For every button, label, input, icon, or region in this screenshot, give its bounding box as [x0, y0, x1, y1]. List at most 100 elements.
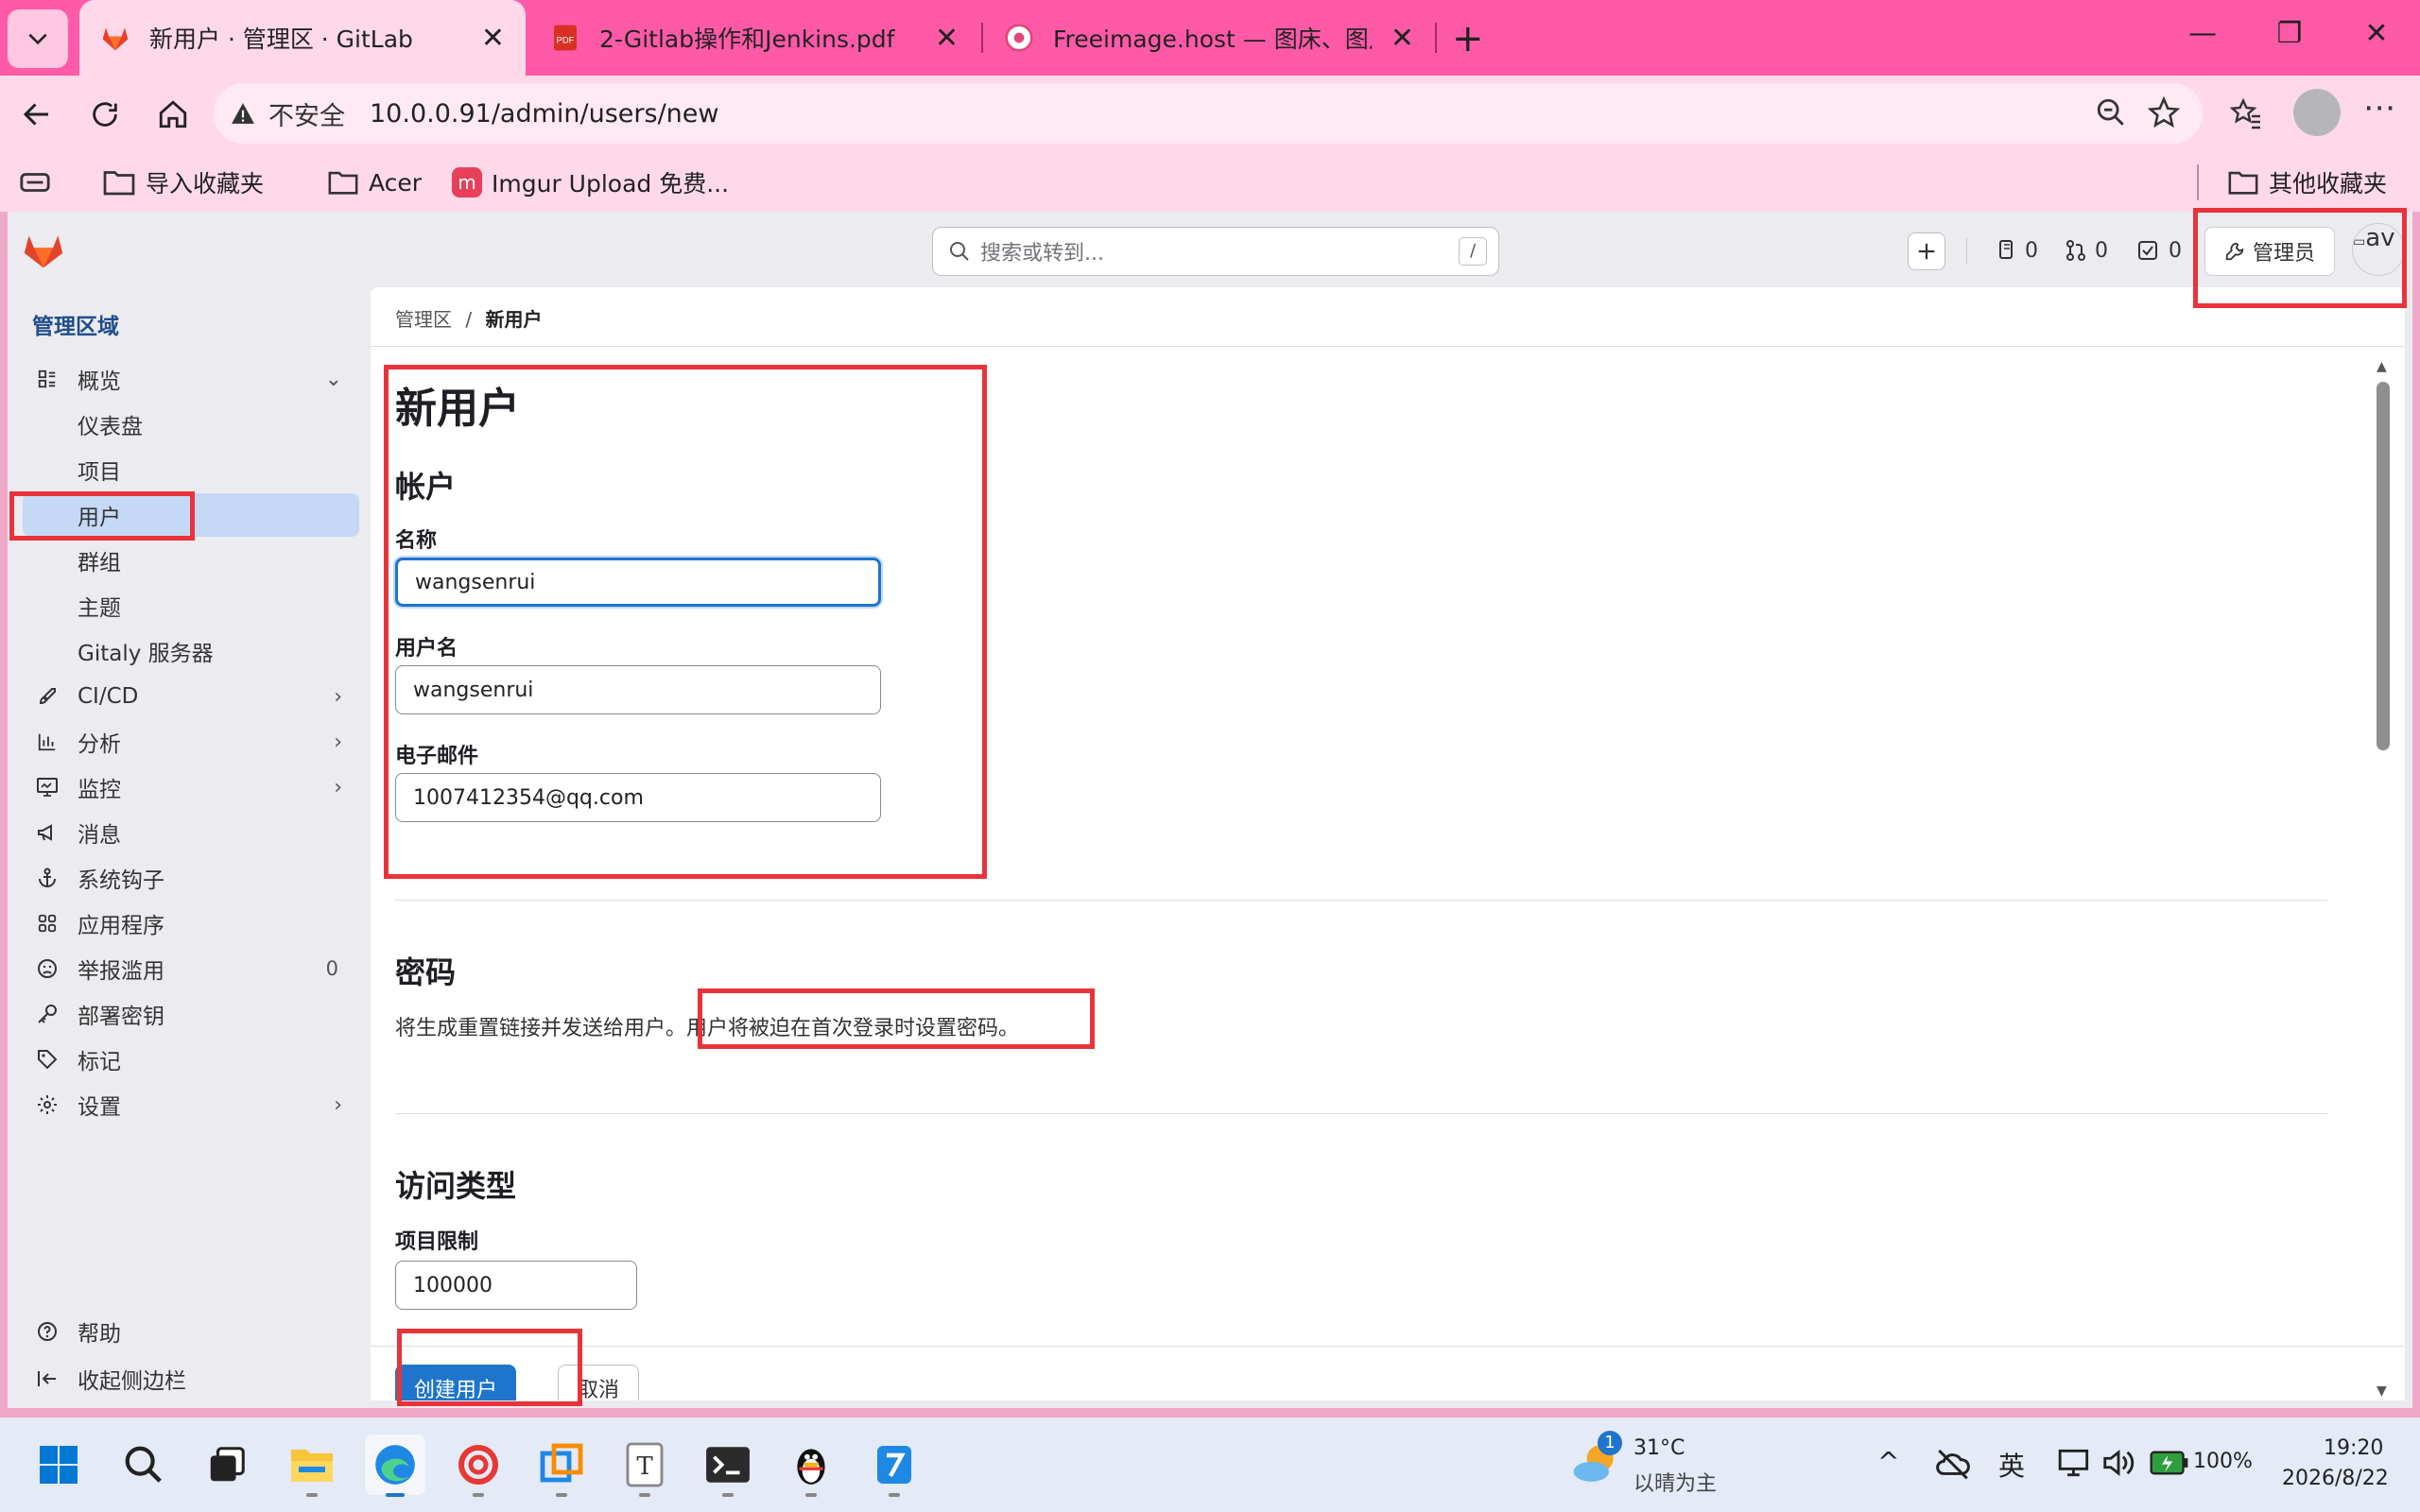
sidebar-item-label: 设置	[78, 1095, 121, 1120]
favorite-star-icon[interactable]	[2148, 96, 2180, 129]
sidebar-item-label: 部署密钥	[78, 1005, 164, 1029]
home-icon[interactable]	[151, 93, 195, 136]
collapse-left-icon	[38, 1371, 56, 1386]
create-new-button[interactable]	[1908, 232, 1945, 270]
bookmark-acer[interactable]: Acer	[327, 164, 422, 200]
terminal-icon[interactable]	[698, 1435, 758, 1497]
chevron-right-icon: ›	[334, 1092, 342, 1117]
profile-avatar-icon[interactable]	[2293, 89, 2341, 136]
projects-limit-input[interactable]: 100000	[395, 1261, 637, 1310]
sidebar-item-abuse-reports[interactable]: 举报滥用 0	[23, 947, 359, 990]
minimize-icon[interactable]: —	[2174, 17, 2231, 50]
sidebar-item-dashboard[interactable]: 仪表盘	[23, 403, 359, 446]
app-window-icon[interactable]	[531, 1435, 592, 1497]
close-tab-icon[interactable]: ✕	[481, 22, 505, 55]
url-field[interactable]: 不安全 10.0.0.91/admin/users/new	[214, 83, 2203, 144]
new-tab-icon[interactable]: +	[1452, 17, 1484, 60]
search-placeholder: 搜索或转到...	[980, 242, 1104, 266]
refresh-icon[interactable]	[83, 93, 127, 136]
clock-time[interactable]: 19:20	[2324, 1436, 2383, 1460]
start-icon[interactable]	[28, 1435, 89, 1495]
clock-date[interactable]: 2026/8/22	[2282, 1467, 2389, 1490]
sidebar-item-projects[interactable]: 项目	[23, 448, 359, 491]
label-tag-icon	[38, 1050, 58, 1070]
merge-request-icon	[2066, 240, 2085, 261]
sidebar-item-analytics[interactable]: 分析 ›	[23, 720, 359, 764]
divider	[371, 346, 2405, 347]
sidebar-item-messages[interactable]: 消息	[23, 811, 359, 854]
tab-actions-button[interactable]	[8, 9, 68, 68]
restore-icon[interactable]: ❐	[2261, 17, 2318, 50]
scroll-up-icon[interactable]: ▲	[2377, 359, 2387, 374]
tab-gitlab[interactable]: 新用户 · 管理区 · GitLab ✕	[79, 0, 526, 76]
sidebar-item-monitoring[interactable]: 监控 ›	[23, 765, 359, 809]
sidebar-item-system-hooks[interactable]: 系统钩子	[23, 856, 359, 900]
collections-icon[interactable]	[19, 168, 51, 197]
ime-indicator[interactable]: 英	[1998, 1446, 2025, 1484]
scrollbar-thumb[interactable]	[2377, 382, 2390, 750]
annotation-box	[397, 1329, 582, 1406]
sidebar-item-topics[interactable]: 主题	[23, 584, 359, 627]
app-blue-icon[interactable]	[864, 1435, 925, 1497]
typora-icon[interactable]: T	[614, 1435, 675, 1497]
favorites-icon[interactable]	[2229, 96, 2263, 130]
bookmark-import[interactable]: 导入收藏夹	[102, 164, 264, 200]
admin-sidebar: 管理区域 概览 ⌄ 仪表盘 项目 用户 群组 主题 Gitaly 服务器 CI/…	[8, 287, 367, 1408]
tray-overflow-icon[interactable]: ^	[1877, 1446, 1899, 1477]
edge-browser-icon[interactable]	[365, 1435, 425, 1497]
collapse-sidebar-button[interactable]: 收起侧边栏	[23, 1357, 359, 1400]
imgur-icon: m	[452, 167, 482, 198]
search-input[interactable]: 搜索或转到... /	[932, 227, 1499, 276]
scroll-down-icon[interactable]: ▼	[2377, 1383, 2387, 1399]
sidebar-item-cicd[interactable]: CI/CD ›	[23, 675, 359, 718]
tab-pdf[interactable]: PDF 2-Gitlab操作和Jenkins.pdf ✕	[529, 0, 979, 76]
sidebar-item-label: 项目	[78, 460, 121, 485]
sidebar-item-deploy-keys[interactable]: 部署密钥	[23, 992, 359, 1036]
sidebar-item-applications[interactable]: 应用程序	[23, 902, 359, 945]
bookmark-other[interactable]: 其他收藏夹	[2227, 164, 2387, 200]
cloud-offline-icon[interactable]	[1934, 1446, 1972, 1480]
bookmark-imgur[interactable]: m Imgur Upload 免费...	[452, 164, 729, 200]
app-swirl-icon[interactable]	[448, 1435, 509, 1497]
sidebar-item-label: 主题	[78, 596, 121, 621]
back-icon[interactable]	[15, 93, 59, 136]
tab-freeimage[interactable]: Freeimage.host — 图床、图片上传 ✕	[983, 0, 1435, 76]
zoom-icon[interactable]	[2095, 96, 2127, 129]
key-icon	[38, 1005, 57, 1023]
sidebar-item-settings[interactable]: 设置 ›	[23, 1083, 359, 1126]
task-view-icon[interactable]	[197, 1435, 257, 1495]
merge-requests-counter[interactable]: 0	[2065, 229, 2108, 272]
divider	[371, 1346, 2405, 1347]
freeimage-icon	[1005, 24, 1033, 52]
bookmark-label: 其他收藏夹	[2269, 170, 2388, 198]
search-icon[interactable]	[113, 1435, 174, 1495]
breadcrumb-parent-link[interactable]: 管理区	[395, 308, 452, 331]
issues-counter[interactable]: 0	[1996, 229, 2038, 272]
close-window-icon[interactable]: ✕	[2348, 17, 2405, 50]
sidebar-item-overview[interactable]: 概览 ⌄	[23, 357, 359, 401]
sidebar-item-labels[interactable]: 标记	[23, 1038, 359, 1081]
megaphone-icon	[38, 824, 52, 841]
sidebar-item-groups[interactable]: 群组	[23, 539, 359, 582]
anchor-icon	[39, 868, 56, 887]
weather-widget[interactable]: 1	[1569, 1431, 1622, 1489]
qq-penguin-icon[interactable]	[781, 1435, 841, 1497]
chevron-down-icon	[28, 33, 47, 45]
divider	[395, 900, 2327, 901]
volume-icon[interactable]	[2100, 1446, 2136, 1480]
security-label[interactable]: 不安全	[268, 95, 345, 132]
sidebar-item-gitaly[interactable]: Gitaly 服务器	[23, 629, 359, 673]
gitlab-logo-icon[interactable]	[23, 231, 64, 270]
battery-charging-icon[interactable]	[2150, 1448, 2189, 1478]
url-text: 10.0.0.91/admin/users/new	[370, 98, 719, 129]
more-menu-icon[interactable]: ⋯	[2363, 89, 2395, 127]
close-tab-icon[interactable]: ✕	[935, 22, 959, 55]
address-bar-row: 不安全 10.0.0.91/admin/users/new ⋯	[0, 76, 2420, 153]
gear-icon	[38, 1095, 57, 1114]
page-scrollbar[interactable]: ▲ ▼	[2373, 359, 2392, 1404]
help-button[interactable]: 帮助	[23, 1310, 359, 1353]
file-explorer-icon[interactable]	[282, 1435, 342, 1497]
network-monitor-icon[interactable]	[2057, 1446, 2093, 1480]
todos-counter[interactable]: 0	[2136, 229, 2182, 272]
close-tab-icon[interactable]: ✕	[1391, 22, 1414, 55]
